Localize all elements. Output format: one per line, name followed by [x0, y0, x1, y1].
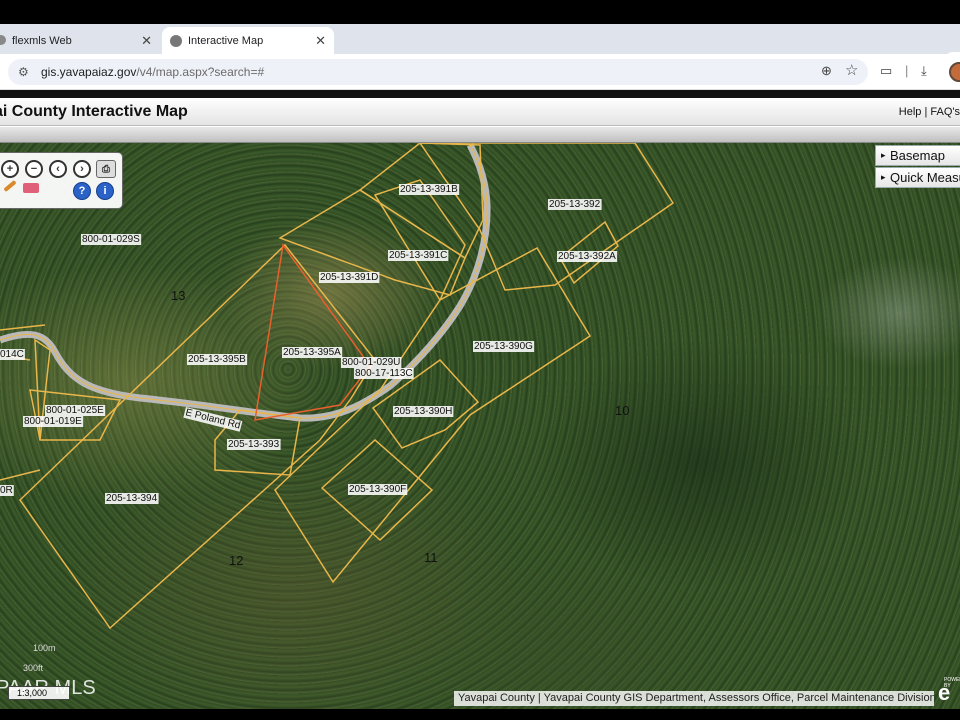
parcel-label: 800-01-029S: [82, 234, 140, 245]
url-path: /v4/map.aspx?search=#: [136, 65, 265, 79]
download-icon[interactable]: ⤓: [921, 63, 927, 79]
zoom-next-icon[interactable]: ›: [73, 160, 91, 178]
page-title: ai County Interactive Map: [0, 103, 188, 120]
zoom-prev-icon[interactable]: ‹: [49, 160, 67, 178]
zoom-in-icon[interactable]: +: [1, 160, 19, 178]
zoom-out-icon[interactable]: −: [25, 160, 43, 178]
url-domain: gis.yavapaiaz.gov: [41, 65, 137, 79]
parcel-label: 205-13-391B: [400, 184, 458, 195]
eraser-icon[interactable]: [23, 183, 39, 193]
cast-icon[interactable]: ▭: [880, 63, 892, 79]
address-bar[interactable]: ⚙ gis.yavapaiaz.gov/v4/map.aspx?search=#…: [8, 59, 868, 85]
divider: |: [905, 63, 909, 78]
scale-bar-metric: 100m: [33, 643, 56, 653]
tab-interactive-map[interactable]: Interactive Map ✕: [162, 27, 334, 54]
parcel-label: 014C: [0, 349, 24, 360]
help-icon[interactable]: ?: [73, 182, 91, 200]
parcel-label: 205-13-395B: [188, 354, 246, 365]
header-links: Help | FAQ's: [899, 106, 960, 118]
measure-icon[interactable]: [3, 179, 17, 193]
parcel-labels: 205-13-391B 205-13-392 800-01-029S 205-1…: [0, 184, 618, 504]
esri-logo[interactable]: e: [938, 680, 950, 706]
app-header: ai County Interactive Map Help | FAQ's: [0, 98, 960, 126]
arrow-right-icon: ▸: [881, 150, 886, 160]
parcel-label: 205-13-394: [106, 493, 158, 504]
map-canvas[interactable]: 205-13-391B 205-13-392 800-01-029S 205-1…: [0, 143, 960, 709]
arrow-right-icon: ▸: [881, 172, 886, 182]
faqs-link[interactable]: FAQ's: [930, 106, 960, 118]
parcel-label: 800-01-029U: [342, 357, 400, 368]
help-link[interactable]: Help: [899, 106, 922, 118]
parcel-overlay: 205-13-391B 205-13-392 800-01-029S 205-1…: [0, 143, 675, 630]
sub-header-bar: [0, 127, 960, 143]
profile-avatar[interactable]: [949, 62, 960, 82]
page-top-bar: [0, 90, 960, 98]
section-number: 11: [424, 550, 438, 565]
bookmark-star-icon[interactable]: ☆: [845, 61, 858, 79]
parcel-label: 205-13-393: [228, 439, 280, 450]
site-settings-icon[interactable]: ⚙: [18, 65, 29, 79]
close-icon[interactable]: ✕: [141, 33, 152, 49]
site-icon: [170, 34, 182, 47]
address-bar-row: ⚙ gis.yavapaiaz.gov/v4/map.aspx?search=#…: [0, 54, 960, 90]
parcel-label: 800-17-113C: [355, 368, 413, 379]
parcel-label: 205-13-395A: [283, 347, 341, 358]
parcel-label: 800-01-025E: [46, 405, 104, 416]
url-text[interactable]: gis.yavapaiaz.gov/v4/map.aspx?search=#: [41, 65, 264, 79]
tab-title: flexmls Web: [12, 35, 72, 47]
bottom-bar: [0, 709, 960, 720]
parcel-label: 205-13-392: [549, 199, 601, 210]
section-number: 13: [171, 288, 185, 303]
basemap-label: Basemap: [890, 148, 945, 163]
parcel-label: 205-13-390H: [394, 406, 452, 417]
section-number: 12: [229, 553, 243, 568]
map-attribution: Yavapai County | Yavapai County GIS Depa…: [454, 691, 934, 706]
parcel-label: 205-13-390F: [349, 484, 406, 495]
section-number: 10: [615, 403, 629, 418]
quick-measure-button[interactable]: ▸ Quick Measu: [875, 167, 960, 188]
tab-flexmls[interactable]: flexmls Web ✕: [0, 27, 160, 54]
quick-measure-label: Quick Measu: [890, 170, 960, 185]
info-icon[interactable]: i: [96, 182, 114, 200]
parcel-lines: [0, 143, 675, 630]
scale-ratio: 1:3,000: [8, 686, 70, 700]
print-icon[interactable]: ⎙: [96, 160, 116, 178]
parcel-label: 205-13-392A: [558, 251, 616, 262]
globe-icon: [0, 35, 6, 45]
browser-window: { "browser": { "tabs": [ {"title": "flex…: [0, 0, 960, 720]
close-icon[interactable]: ✕: [315, 33, 326, 49]
parcel-label: 800-01-019E: [24, 416, 82, 427]
map-toolbar: + − ‹ › ⎙ ? i: [0, 152, 123, 209]
parcel-label: 205-13-390G: [474, 341, 533, 352]
tab-strip: flexmls Web ✕ Interactive Map ✕ +: [0, 24, 960, 74]
tab-title: Interactive Map: [188, 34, 264, 47]
basemap-button[interactable]: ▸ Basemap: [875, 145, 960, 166]
zoom-icon[interactable]: ⊕: [821, 63, 832, 79]
parcel-label: 205-13-391D: [320, 272, 378, 283]
scale-bar-imperial: 300ft: [23, 663, 44, 673]
parcel-label: 0R: [0, 485, 13, 496]
parcel-label: 205-13-391C: [389, 250, 447, 261]
link-separator: |: [924, 106, 928, 118]
